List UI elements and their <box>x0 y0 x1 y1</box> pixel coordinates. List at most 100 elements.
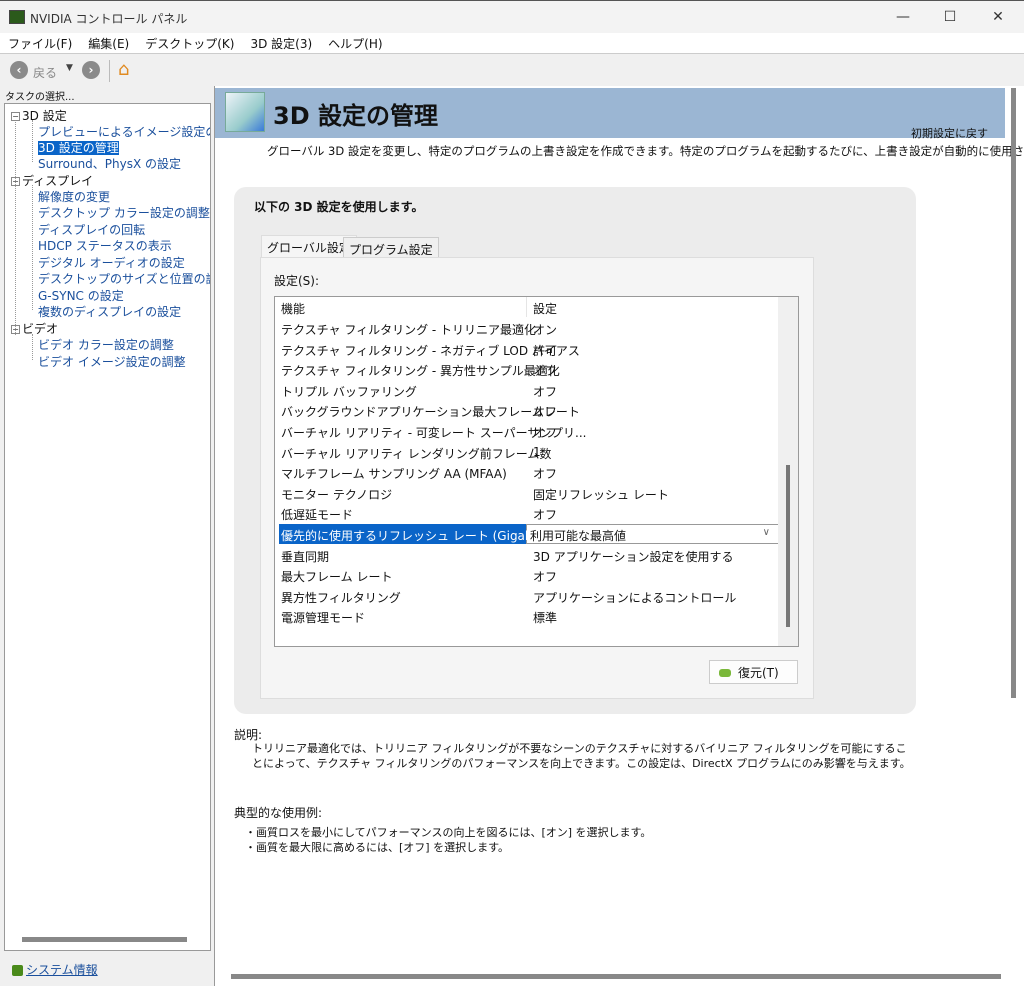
feature-value: オフ <box>533 508 558 523</box>
menu-help[interactable]: ヘルプ(H) <box>320 33 390 53</box>
feature-name: トリプル バッファリング <box>281 384 417 399</box>
settings-label: 設定(S): <box>274 274 320 288</box>
table-row[interactable]: バーチャル リアリティ レンダリング前フレーム数 1 <box>275 442 778 463</box>
nvidia-app-icon <box>9 10 25 24</box>
intro-text: グローバル 3D 設定を変更し、特定のプログラムの上書き設定を作成できます。特定… <box>267 144 1024 158</box>
table-row[interactable]: 異方性フィルタリング アプリケーションによるコントロール <box>275 586 778 607</box>
tree-item-image-preview[interactable]: プレビューによるイメージ設定の調整 <box>38 123 210 140</box>
title-bar: NVIDIA コントロール パネル — ☐ ✕ <box>0 0 1024 33</box>
tree-item-gsync[interactable]: G-SYNC の設定 <box>38 287 124 304</box>
home-icon[interactable]: ⌂ <box>118 59 129 80</box>
tree-item-desktop-color[interactable]: デスクトップ カラー設定の調整 <box>38 204 210 221</box>
table-row[interactable]: テクスチャ フィルタリング - ネガティブ LOD バイアス 許可 <box>275 339 778 360</box>
feature-value: オフ <box>533 364 558 379</box>
feature-name: 低遅延モード <box>281 508 354 523</box>
main-panel: 3D 設定の管理 初期設定に戻す グローバル 3D 設定を変更し、特定のプログラ… <box>214 86 1024 986</box>
feature-value: オフ <box>533 467 558 482</box>
feature-name: マルチフレーム サンプリング AA (MFAA) <box>281 467 507 482</box>
restore-button[interactable]: 復元(T) <box>709 660 798 684</box>
system-info-link[interactable]: システム情報 <box>12 961 98 978</box>
feature-value: オン <box>533 323 558 337</box>
feature-value: 1 <box>533 444 541 459</box>
menu-edit[interactable]: 編集(E) <box>80 33 137 53</box>
feature-name: 電源管理モード <box>281 611 366 626</box>
tree-node-video[interactable]: − ビデオ <box>11 320 58 337</box>
main-horizontal-scrollbar[interactable] <box>231 974 1001 979</box>
tree-horizontal-scrollbar[interactable] <box>22 937 187 942</box>
tree-node-3d-settings[interactable]: −3D 設定 <box>11 107 67 124</box>
tree-label: ディスプレイ <box>22 174 94 188</box>
feature-value: 許可 <box>533 343 558 358</box>
tree-item-desktop-size[interactable]: デスクトップのサイズと位置の調整 <box>38 270 210 287</box>
table-row[interactable]: バーチャル リアリティ - 可変レート スーパーサンプリ... オフ <box>275 421 778 442</box>
tree-item-hdcp[interactable]: HDCP ステータスの表示 <box>38 237 172 254</box>
tree-label: ビデオ <box>22 322 59 336</box>
page-header: 3D 設定の管理 初期設定に戻す <box>215 88 1005 141</box>
feature-value: オフ <box>533 384 558 399</box>
feature-name: テクスチャ フィルタリング - トリリニア最適化 <box>281 323 537 337</box>
menu-3d-settings[interactable]: 3D 設定(3) <box>242 33 320 53</box>
menu-bar: ファイル(F) 編集(E) デスクトップ(K) 3D 設定(3) ヘルプ(H) <box>0 33 1024 54</box>
close-button[interactable]: ✕ <box>975 1 1021 33</box>
group-title: 以下の 3D 設定を使用します。 <box>254 200 424 214</box>
feature-name: 垂直同期 <box>281 549 330 564</box>
menu-desktop[interactable]: デスクトップ(K) <box>137 33 242 53</box>
usage-heading: 典型的な使用例: <box>234 806 323 820</box>
table-row[interactable]: マルチフレーム サンプリング AA (MFAA) オフ <box>275 462 778 483</box>
table-row[interactable]: 最大フレーム レート オフ <box>275 565 778 586</box>
maximize-button[interactable]: ☐ <box>927 1 973 33</box>
feature-value: 固定リフレッシュ レート <box>533 487 669 502</box>
table-row[interactable]: 垂直同期 3D アプリケーション設定を使用する <box>275 545 778 566</box>
tree-item-surround-physx[interactable]: Surround、PhysX の設定 <box>38 155 181 172</box>
usage-list: ・画質ロスを最小にしてパフォーマンスの向上を図るには、[オン] を選択します。 … <box>245 825 651 855</box>
feature-name: バーチャル リアリティ レンダリング前フレーム数 <box>281 446 552 461</box>
restore-defaults-link[interactable]: 初期設定に戻す <box>911 125 988 141</box>
restore-label: 復元(T) <box>738 666 779 680</box>
tree-item-video-image[interactable]: ビデオ イメージ設定の調整 <box>38 353 186 370</box>
feature-name: 優先的に使用するリフレッシュ レート (Gigabyte... <box>281 529 564 543</box>
task-select-label: タスクの選択... <box>5 92 75 103</box>
description-text: トリリニア最適化では、トリリニア フィルタリングが不要なシーンのテクスチャに対す… <box>252 742 911 770</box>
feature-value: オフ <box>533 570 558 585</box>
table-row[interactable]: ∨ 優先的に使用するリフレッシュ レート (Gigabyte... 利用可能な最高値 <box>275 524 779 545</box>
feature-name: テクスチャ フィルタリング - 異方性サンプル最適化 <box>281 364 560 379</box>
table-row[interactable]: 低遅延モード オフ <box>275 503 778 524</box>
tree-item-multi-display[interactable]: 複数のディスプレイの設定 <box>38 303 181 320</box>
table-row[interactable]: モニター テクノロジ 固定リフレッシュ レート <box>275 483 778 504</box>
tree-item-resolution[interactable]: 解像度の変更 <box>38 188 110 205</box>
list-scrollbar-thumb[interactable] <box>786 465 790 627</box>
feature-value: オフ <box>533 426 558 440</box>
feature-value: 3D アプリケーション設定を使用する <box>533 549 734 564</box>
back-arrow-icon[interactable]: ‹ <box>10 61 28 79</box>
table-row[interactable]: バックグラウンドアプリケーション最大フレームレート オフ <box>275 400 778 421</box>
feature-value: 標準 <box>533 611 558 626</box>
feature-value: オフ <box>533 405 558 420</box>
column-feature[interactable]: 機能 <box>281 300 305 317</box>
table-row[interactable]: テクスチャ フィルタリング - 異方性サンプル最適化 オフ <box>275 359 778 380</box>
history-dropdown-icon[interactable]: ▼ <box>66 63 73 73</box>
settings-list: 機能 設定 テクスチャ フィルタリング - トリリニア最適化 オン テクスチャ フィ… <box>274 296 799 647</box>
feature-value: アプリケーションによるコントロール <box>533 590 737 605</box>
page-title: 3D 設定の管理 <box>273 102 438 130</box>
nvidia-logo-icon <box>719 669 731 677</box>
feature-value: 利用可能な最高値 <box>530 529 627 543</box>
tab-program[interactable]: プログラム設定 <box>343 237 439 257</box>
forward-arrow-icon[interactable]: › <box>82 61 100 79</box>
table-row[interactable]: トリプル バッファリング オフ <box>275 380 778 401</box>
tree-node-display[interactable]: − ディスプレイ <box>11 172 93 189</box>
tree-item-manage-3d[interactable]: 3D 設定の管理 <box>38 139 119 156</box>
column-setting[interactable]: 設定 <box>533 300 557 317</box>
main-vertical-scrollbar[interactable] <box>1011 88 1016 698</box>
list-header: 機能 設定 <box>275 297 778 318</box>
tree-item-digital-audio[interactable]: デジタル オーディオの設定 <box>38 254 185 271</box>
info-icon <box>12 965 23 976</box>
minimize-button[interactable]: — <box>880 1 926 33</box>
table-row[interactable]: 電源管理モード 標準 <box>275 606 778 627</box>
table-row[interactable]: テクスチャ フィルタリング - トリリニア最適化 オン <box>275 318 778 339</box>
back-button[interactable]: 戻る <box>33 64 57 81</box>
menu-file[interactable]: ファイル(F) <box>0 33 80 53</box>
toolbar-divider <box>109 60 110 82</box>
usage-item: ・画質を最大限に高めるには、[オフ] を選択します。 <box>245 841 509 854</box>
tree-item-video-color[interactable]: ビデオ カラー設定の調整 <box>38 336 174 353</box>
tree-item-rotate[interactable]: ディスプレイの回転 <box>38 221 145 238</box>
